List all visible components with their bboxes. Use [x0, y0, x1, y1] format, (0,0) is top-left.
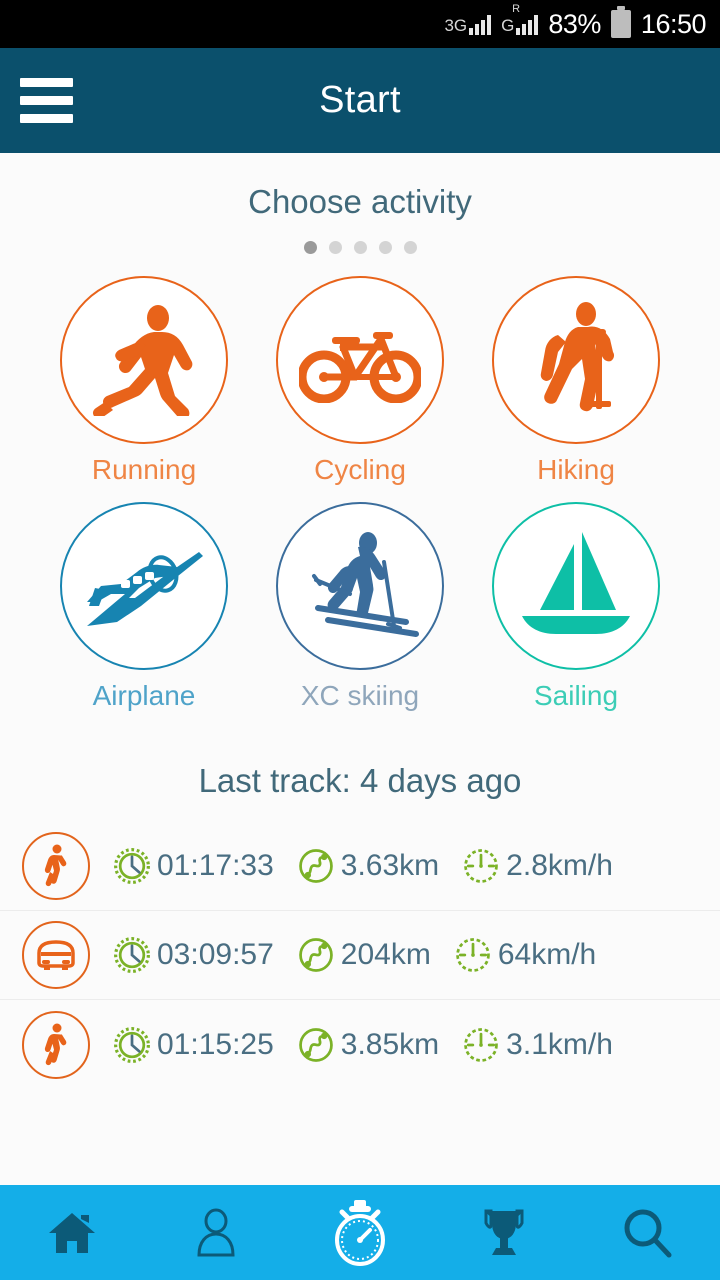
duration-value: 03:09:57: [157, 938, 274, 971]
route-icon: [298, 1027, 333, 1062]
status-bar: 3G R G 83% 16:50: [0, 0, 720, 48]
activity-tile-xc-skiing[interactable]: XC skiing: [270, 502, 450, 712]
choose-activity-heading: Choose activity: [248, 183, 472, 220]
activity-label-airplane: Airplane: [92, 680, 196, 711]
app-screen: 3G R G 83% 16:50 Start Choose activity R…: [0, 0, 720, 1280]
status-clock-label: 16:50: [640, 8, 707, 39]
stat-speed: 64km/h: [453, 935, 596, 975]
roaming-indicator-label: R: [512, 3, 521, 15]
running-circle[interactable]: [60, 276, 228, 444]
duration-value: 01:17:33: [157, 849, 274, 882]
nav-item-stopwatch[interactable]: [288, 1199, 432, 1266]
stopwatch-icon: [335, 1199, 385, 1266]
stat-duration: 03:09:57: [112, 935, 274, 975]
activity-type-icon: [22, 832, 90, 900]
network-type-label: 3G: [444, 16, 468, 35]
nav-item-search[interactable]: [576, 1207, 720, 1259]
nav-item-trophy[interactable]: [432, 1207, 576, 1259]
hamburger-menu-icon[interactable]: [20, 78, 73, 123]
clock-icon: [114, 1026, 150, 1063]
speed-value: 2.8km/h: [506, 849, 613, 882]
distance-value: 204km: [340, 938, 431, 971]
stat-distance: 3.85km: [296, 1025, 439, 1065]
stat-duration: 01:17:33: [112, 846, 274, 886]
speed-value: 3.1km/h: [506, 1027, 613, 1061]
nav-item-profile[interactable]: [144, 1208, 288, 1258]
battery-icon: [610, 6, 631, 38]
skiing-icon: [312, 532, 419, 637]
stat-distance: 204km: [296, 935, 431, 975]
home-icon: [49, 1212, 95, 1253]
airplane-circle[interactable]: [60, 502, 228, 670]
route-icon: [298, 938, 333, 972]
walking-icon: [44, 1023, 67, 1065]
hiking-icon: [540, 302, 615, 412]
distance-value: 3.63km: [340, 849, 440, 882]
track-list: 01:17:33 3.63km 2.8km/h 03:09:57 204km 6…: [0, 822, 720, 1089]
clock-icon: [114, 848, 150, 884]
nav-item-home[interactable]: [0, 1209, 144, 1257]
car-icon: [37, 940, 75, 970]
pager-dot-3[interactable]: [353, 241, 367, 254]
activity-type-icon: [22, 921, 90, 989]
network-signal-primary: 3G: [444, 13, 492, 35]
skiing-circle[interactable]: [276, 502, 444, 670]
activity-row-1: Running Cycling Hiking: [0, 276, 720, 486]
profile-icon: [197, 1208, 235, 1256]
activity-tile-cycling[interactable]: Cycling: [270, 276, 450, 486]
battery-percent-label: 83%: [548, 8, 601, 39]
bicycle-icon: [299, 332, 421, 403]
activity-tile-sailing[interactable]: Sailing: [486, 502, 666, 712]
table-row[interactable]: 03:09:57 204km 64km/h: [0, 911, 720, 1000]
hiking-circle[interactable]: [492, 276, 660, 444]
sailing-circle[interactable]: [492, 502, 660, 670]
activity-tile-airplane[interactable]: Airplane: [54, 502, 234, 712]
clock-icon: [114, 937, 150, 973]
stat-duration: 01:15:25: [112, 1025, 274, 1065]
main-content: Choose activity Running Cycling Hiking A…: [0, 153, 720, 1185]
stat-speed: 2.8km/h: [461, 846, 613, 886]
stat-speed: 3.1km/h: [461, 1025, 613, 1065]
activity-grid: Running Cycling Hiking Airplane XC skiin…: [0, 276, 720, 712]
activity-row-2: Airplane XC skiing Sailing: [0, 502, 720, 712]
pager-dot-5[interactable]: [403, 241, 417, 254]
running-icon: [92, 305, 193, 416]
table-row[interactable]: 01:17:33 3.63km 2.8km/h: [0, 822, 720, 911]
activity-tile-running[interactable]: Running: [54, 276, 234, 486]
pager-dot-1[interactable]: [303, 241, 317, 254]
pager-dots[interactable]: [0, 241, 720, 254]
activity-label-running: Running: [91, 454, 197, 485]
bottom-navigation: [0, 1185, 720, 1280]
network-signal-secondary: R G: [501, 3, 539, 35]
activity-label-xc-skiing: XC skiing: [300, 680, 420, 711]
speedometer-icon: [456, 938, 490, 972]
cycling-circle[interactable]: [276, 276, 444, 444]
activity-tile-hiking[interactable]: Hiking: [486, 276, 666, 486]
activity-label-cycling: Cycling: [314, 454, 406, 485]
activity-label-sailing: Sailing: [533, 680, 619, 711]
speedometer-icon: [464, 849, 498, 883]
table-row[interactable]: 01:15:25 3.85km 3.1km/h: [0, 1000, 720, 1089]
sailboat-icon: [522, 532, 630, 634]
speed-value: 64km/h: [497, 938, 597, 971]
activity-type-icon: [22, 1010, 90, 1079]
network-type-label-2: G: [501, 16, 515, 35]
distance-value: 3.85km: [340, 1027, 440, 1061]
duration-value: 01:15:25: [157, 1027, 274, 1061]
app-bar: Start: [0, 48, 720, 153]
airplane-icon: [87, 552, 203, 626]
stat-distance: 3.63km: [296, 846, 439, 886]
speedometer-icon: [464, 1027, 498, 1062]
signal-bars-icon-2: [516, 13, 539, 35]
trophy-icon: [484, 1209, 524, 1255]
last-track-heading: Last track: 4 days ago: [198, 762, 522, 799]
route-icon: [298, 849, 333, 883]
signal-bars-icon: [469, 13, 492, 35]
pager-dot-4[interactable]: [378, 241, 392, 254]
page-title: Start: [319, 79, 401, 121]
activity-label-hiking: Hiking: [537, 454, 615, 485]
search-icon: [624, 1209, 672, 1257]
walking-icon: [44, 844, 67, 887]
pager-dot-2[interactable]: [328, 241, 342, 254]
